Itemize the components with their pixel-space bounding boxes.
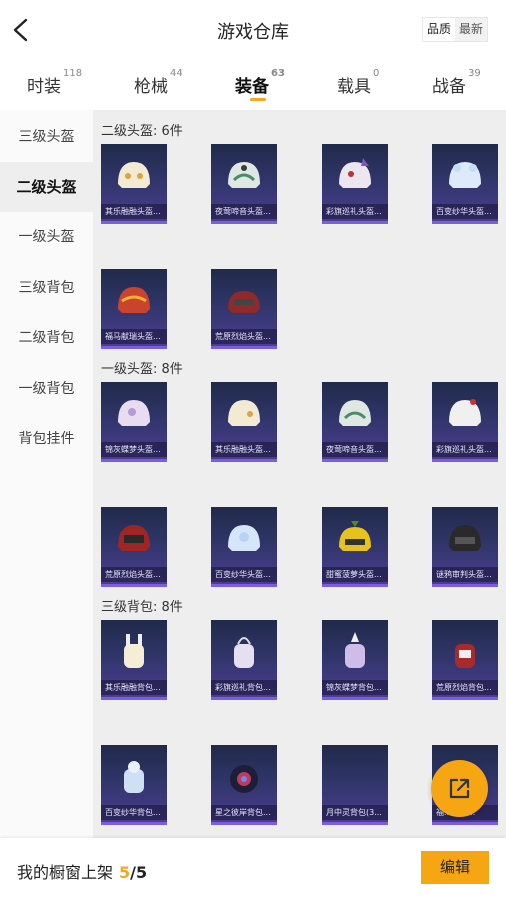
item-card[interactable]: 其乐融融背包... [101,620,167,700]
item-card[interactable]: 锦灰蝶梦背包... [322,620,388,700]
tab-firearms[interactable]: 枪械44 [134,68,183,97]
item-name: 星之彼岸背包... [211,805,277,820]
sidebar-item-backpack-charm[interactable]: 背包挂件 [0,414,93,464]
backpack-icon [455,644,475,668]
top-bar: 游戏仓库 品质 最新 [0,0,506,60]
external-link-icon [449,778,470,799]
item-name: 荒原烈焰背包... [432,680,498,695]
tab-equipment[interactable]: 装备63 [235,68,285,97]
section-title: 二级头盔: 6件 [101,124,183,139]
sidebar-item-level3-backpack[interactable]: 三级背包 [0,263,93,313]
helmet-icon [118,287,150,313]
item-name: 荒原烈焰头盔... [211,329,277,344]
item-name: 荒原烈焰头盔... [101,567,167,582]
item-card[interactable]: 百变纱华背包... [101,745,167,825]
helmet-icon [118,162,150,188]
tab-battle-prep[interactable]: 战备39 [432,68,481,97]
item-name: 其乐融融背包... [101,680,167,695]
showcase-label: 我的橱窗上架 [17,863,114,882]
item-card[interactable]: 荒原烈焰头盔... [211,269,277,349]
helmet-icon [449,399,481,426]
item-card[interactable]: 锦灰蝶梦头盔... [101,382,167,462]
active-tab-indicator [250,98,266,101]
helmet-icon [228,291,260,313]
item-name: 福马献瑞头盔... [101,329,167,344]
sidebar-item-level2-helmet[interactable]: 二级头盔 [0,162,93,212]
showcase-total-count: /5 [130,863,148,882]
item-name: 夜莺啼音头盔... [211,204,277,219]
helmet-icon [118,400,150,426]
item-name: 谜鸦审判头盔... [432,567,498,582]
helmet-icon [339,400,371,426]
sidebar-item-level1-backpack[interactable]: 一级背包 [0,364,93,414]
helmet-icon [228,525,260,551]
category-tabs: 时装118 枪械44 装备63 载具0 战备39 [0,60,506,110]
item-card[interactable]: 其乐融融头盔... [101,144,167,224]
item-card[interactable]: 星之彼岸背包... [211,745,277,825]
item-name: 锦灰蝶梦头盔... [101,442,167,457]
item-card[interactable]: 甜蜜菠萝头盔... [322,507,388,587]
item-card[interactable]: 彩旗巡礼头盔... [432,382,498,462]
item-grid: 二级头盔: 6件 其乐融融头盔... 夜莺啼音头盔... 彩旗巡礼头盔... 百… [93,110,506,838]
backpack-icon [345,632,365,668]
helmet-icon [339,521,371,551]
sidebar-item-level2-backpack[interactable]: 二级背包 [0,313,93,363]
subcategory-sidebar: 三级头盔 二级头盔 一级头盔 三级背包 二级背包 一级背包 背包挂件 [0,110,93,838]
item-name: 百变纱华背包... [101,805,167,820]
item-card[interactable]: 其乐融融头盔... [211,382,277,462]
item-card[interactable]: 夜莺啼音头盔... [211,144,277,224]
showcase-status: 我的橱窗上架 5/5 [17,859,147,883]
edit-button[interactable]: 编辑 [421,851,489,884]
tab-vehicles[interactable]: 载具0 [337,68,379,97]
backpack-icon [124,634,144,668]
helmet-icon [118,525,150,551]
backpack-icon [230,765,258,793]
share-button[interactable] [431,760,488,817]
helmet-icon [339,158,371,188]
helmet-icon [228,400,260,426]
item-name: 夜莺啼音头盔... [322,442,388,457]
sidebar-item-level3-helmet[interactable]: 三级头盔 [0,112,93,162]
showcase-current-count: 5 [119,863,131,882]
backpack-icon [234,637,254,668]
sort-toggle[interactable]: 品质 最新 [421,17,488,42]
item-card[interactable]: 彩旗巡礼背包... [211,620,277,700]
tab-fashion[interactable]: 时装118 [27,68,82,97]
item-card[interactable]: 夜莺啼音头盔... [322,382,388,462]
item-card[interactable]: 百变纱华头盔... [432,144,498,224]
sidebar-item-level1-helmet[interactable]: 一级头盔 [0,212,93,262]
helmet-icon [449,162,481,188]
item-card[interactable]: 月中灵背包(3... [322,745,388,825]
item-name: 其乐融融头盔... [101,204,167,219]
item-name: 甜蜜菠萝头盔... [322,567,388,582]
item-name: 彩旗巡礼头盔... [432,442,498,457]
item-name: 锦灰蝶梦背包... [322,680,388,695]
item-name: 彩旗巡礼背包... [211,680,277,695]
item-name: 其乐融融头盔... [211,442,277,457]
item-card[interactable]: 彩旗巡礼头盔... [322,144,388,224]
item-card[interactable]: 荒原烈焰背包... [432,620,498,700]
sort-newest-option[interactable]: 最新 [455,18,487,41]
backpack-icon [124,761,144,793]
item-name: 百变纱华头盔... [432,204,498,219]
helmet-icon [449,525,481,551]
bottom-bar: 我的橱窗上架 5/5 编辑 [0,838,506,897]
item-name: 百变纱华头盔... [211,567,277,582]
section-title: 三级背包: 8件 [101,600,183,615]
item-name: 月中灵背包(3... [322,805,388,820]
item-card[interactable]: 福马献瑞头盔... [101,269,167,349]
item-name: 彩旗巡礼头盔... [322,204,388,219]
item-card[interactable]: 谜鸦审判头盔... [432,507,498,587]
item-card[interactable]: 百变纱华头盔... [211,507,277,587]
helmet-icon [228,162,260,188]
sort-quality-option[interactable]: 品质 [422,18,455,41]
item-card[interactable]: 荒原烈焰头盔... [101,507,167,587]
section-title: 一级头盔: 8件 [101,362,183,377]
